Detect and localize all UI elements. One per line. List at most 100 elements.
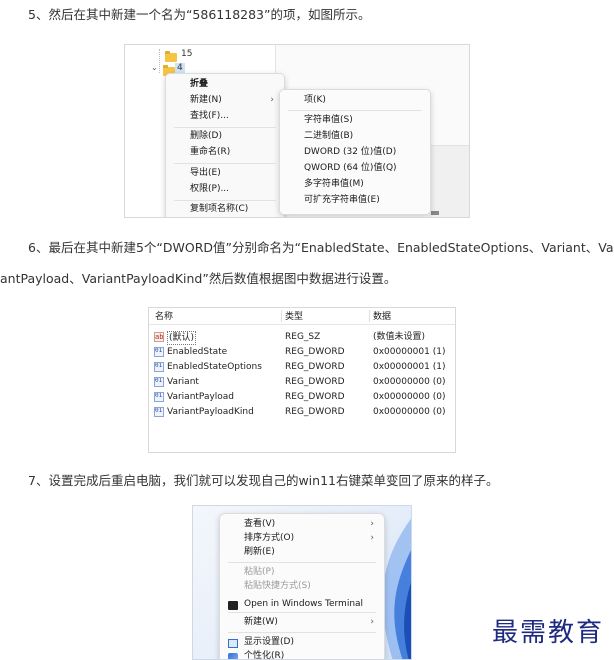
tree-item-15[interactable]: 15	[181, 49, 192, 59]
value-name: Variant	[167, 377, 199, 387]
value-type: REG_DWORD	[285, 392, 345, 402]
menu-item-export[interactable]: 导出(E)	[166, 166, 284, 181]
step-7-text: 7、设置完成后重启电脑，我们就可以发现自己的win11右键菜单变回了原来的样子。	[28, 473, 499, 488]
value-data: 0x00000001 (1)	[373, 362, 446, 372]
value-name: VariantPayloadKind	[167, 407, 254, 417]
value-data: 0x00000000 (0)	[373, 392, 446, 402]
tree-item-4[interactable]: 4	[177, 63, 183, 73]
menu-item-find[interactable]: 查找(F)...	[166, 109, 284, 124]
submenu-item-binary[interactable]: 二进制值(B)	[280, 129, 430, 144]
table-row[interactable]: 011VariantPayloadKind REG_DWORD 0x00000000…	[149, 405, 455, 420]
submenu-item-expandable-string[interactable]: 可扩充字符串值(E)	[280, 193, 430, 208]
desktop-menu-item-label: 粘贴(P)	[244, 567, 275, 577]
chevron-right-icon: ›	[370, 533, 374, 543]
menu-item-delete[interactable]: 删除(D)	[166, 129, 284, 144]
watermark-logo: 最需教育	[492, 618, 605, 648]
desktop-menu-item[interactable]: Open in Windows Terminal	[220, 598, 384, 611]
desktop-menu-item[interactable]: 粘贴快捷方式(S)	[220, 580, 384, 593]
column-divider[interactable]	[369, 310, 370, 322]
chevron-right-icon: ›	[370, 519, 374, 529]
value-data: 0x00000000 (0)	[373, 407, 446, 417]
value-type: REG_DWORD	[285, 377, 345, 387]
chevron-right-icon: ›	[270, 95, 274, 105]
desktop-context-menu: 查看(V) › 排序方式(O) › 刷新(E) 粘贴(P) 粘贴快捷方式(S) Open in…	[219, 513, 385, 660]
value-name: EnabledState	[167, 347, 228, 357]
string-value-icon: ab	[154, 332, 164, 342]
desktop-menu-item-label: 粘贴快捷方式(S)	[244, 581, 311, 591]
value-name: (默认)	[167, 331, 197, 345]
desktop-menu-item[interactable]: 个性化(R)	[220, 650, 384, 660]
value-data: 0x00000000 (0)	[373, 377, 446, 387]
personalize-icon	[228, 653, 238, 659]
table-row[interactable]: ab (默认) REG_SZ (数值未设置)	[149, 330, 455, 345]
submenu-item-string[interactable]: 字符串值(S)	[280, 113, 430, 128]
desktop-menu-item[interactable]: 刷新(E)	[220, 546, 384, 559]
tree-line	[159, 49, 161, 73]
desktop-context-menu-screenshot: 查看(V) › 排序方式(O) › 刷新(E) 粘贴(P) 粘贴快捷方式(S) Open in…	[192, 505, 412, 660]
chevron-down-icon[interactable]: ⌄	[151, 63, 158, 72]
display-icon	[228, 639, 238, 648]
desktop-menu-item[interactable]: 新建(W) ›	[220, 616, 384, 629]
submenu-item-key[interactable]: 项(K)	[280, 93, 430, 108]
menu-item-new[interactable]: 新建(N) ›	[166, 93, 284, 108]
desktop-menu-item[interactable]: 排序方式(O) ›	[220, 532, 384, 545]
submenu-item-multi-string[interactable]: 多字符串值(M)	[280, 177, 430, 192]
desktop-menu-item[interactable]: 粘贴(P)	[220, 566, 384, 579]
desktop-menu-item-label: Open in Windows Terminal	[244, 599, 364, 609]
registry-context-menu-screenshot: 15 ⌄ 4 折叠 新建(N) › 查找(F)... 删除(D) 重命名(R) …	[124, 44, 470, 218]
menu-divider	[228, 632, 376, 633]
table-header: 名称 类型 数据	[149, 308, 455, 325]
value-data: (数值未设置)	[373, 332, 426, 342]
value-type: REG_DWORD	[285, 407, 345, 417]
registry-values-screenshot: 名称 类型 数据 ab(默认)REG_SZ(数值未设置)011EnabledSt…	[148, 307, 456, 453]
scrollbar-thumb[interactable]	[431, 211, 439, 215]
desktop-menu-item[interactable]: 显示设置(D)	[220, 636, 384, 649]
chevron-right-icon: ›	[370, 617, 374, 627]
menu-item-rename[interactable]: 重命名(R)	[166, 145, 284, 160]
column-divider[interactable]	[281, 310, 282, 322]
dword-value-icon: 011	[154, 407, 164, 417]
column-header-type[interactable]: 类型	[285, 310, 303, 324]
table-row[interactable]: 011EnabledStateOptions REG_DWORD 0x0000000…	[149, 360, 455, 375]
value-name: EnabledStateOptions	[167, 362, 262, 372]
desktop-menu-item-label: 显示设置(D)	[244, 637, 294, 647]
step-6-text-line1: 6、最后在其中新建5个“DWORD值”分别命名为“EnabledState、En…	[28, 240, 614, 255]
context-menu: 折叠 新建(N) › 查找(F)... 删除(D) 重命名(R) 导出(E) 权…	[165, 73, 285, 217]
column-header-name[interactable]: 名称	[155, 310, 173, 324]
dword-value-icon: 011	[154, 347, 164, 357]
desktop-menu-item[interactable]: 查看(V) ›	[220, 518, 384, 531]
desktop-menu-item-label: 刷新(E)	[244, 547, 275, 557]
menu-divider	[174, 163, 276, 164]
dword-value-icon: 011	[154, 377, 164, 387]
table-row[interactable]: 011EnabledState REG_DWORD 0x00000001 (1)	[149, 345, 455, 360]
folder-icon	[165, 51, 177, 62]
desktop-menu-item-label: 个性化(R)	[244, 651, 285, 660]
terminal-icon	[228, 601, 238, 610]
menu-divider	[228, 612, 376, 613]
value-data: 0x00000001 (1)	[373, 347, 446, 357]
value-type: REG_DWORD	[285, 347, 345, 357]
new-submenu: 项(K) 字符串值(S) 二进制值(B) DWORD (32 位)值(D) QW…	[279, 89, 431, 215]
menu-divider	[174, 127, 276, 128]
desktop-menu-item-label: 查看(V)	[244, 519, 276, 529]
menu-item-permissions[interactable]: 权限(P)...	[166, 182, 284, 197]
column-header-data[interactable]: 数据	[373, 310, 391, 324]
menu-divider	[228, 562, 376, 563]
menu-divider	[174, 200, 276, 201]
value-type: REG_SZ	[285, 332, 321, 342]
submenu-item-dword[interactable]: DWORD (32 位)值(D)	[280, 145, 430, 160]
list-pane-area	[429, 145, 469, 217]
table-row[interactable]: 011VariantPayload REG_DWORD 0x00000000 (0)	[149, 390, 455, 405]
value-type: REG_DWORD	[285, 362, 345, 372]
menu-item-copy-key-name[interactable]: 复制项名称(C)	[166, 202, 284, 217]
step-5-text: 5、然后在其中新建一个名为“586118283”的项，如图所示。	[28, 7, 371, 22]
step-6-text-line2: antPayload、VariantPayloadKind”然后数值根据图中数据…	[0, 271, 397, 286]
table-row[interactable]: 011Variant REG_DWORD 0x00000000 (0)	[149, 375, 455, 390]
desktop-menu-item-label: 排序方式(O)	[244, 533, 295, 543]
menu-divider	[288, 110, 422, 111]
dword-value-icon: 011	[154, 392, 164, 402]
menu-item-collapse[interactable]: 折叠	[166, 77, 284, 92]
dword-value-icon: 011	[154, 362, 164, 372]
menu-item-label: 新建(N)	[190, 95, 222, 105]
submenu-item-qword[interactable]: QWORD (64 位)值(Q)	[280, 161, 430, 176]
